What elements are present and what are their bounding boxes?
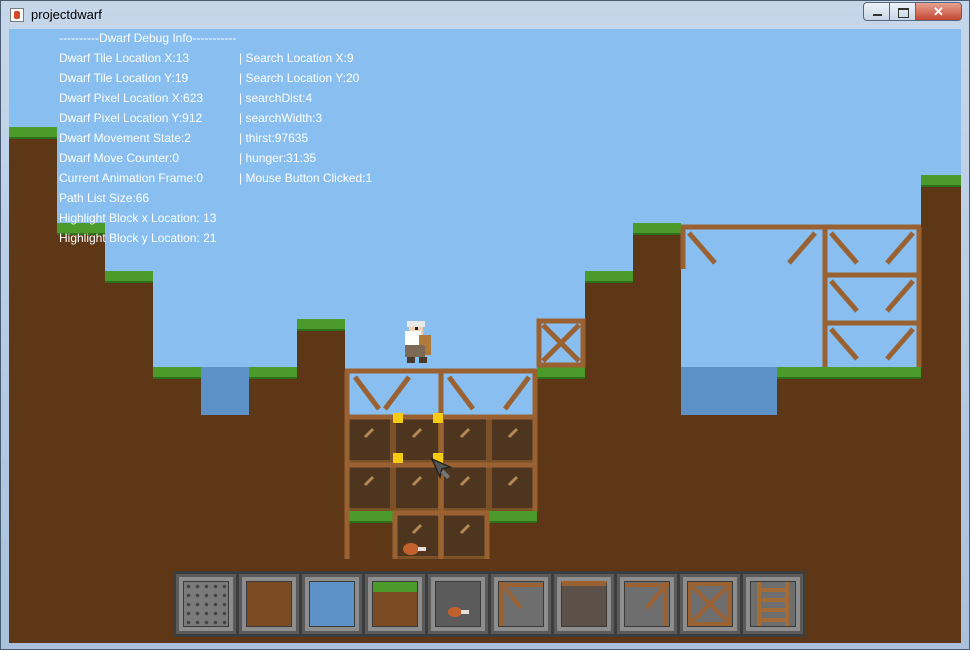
hotbar-slot-scaffold-brace[interactable] xyxy=(617,574,677,634)
debug-line: Path List Size:66 xyxy=(59,191,150,205)
block-highlight-marker xyxy=(433,413,443,423)
hotbar-slot-scaffold-cross[interactable] xyxy=(680,574,740,634)
hotbar-slot-stone[interactable] xyxy=(176,574,236,634)
hotbar-slot-grass[interactable] xyxy=(365,574,425,634)
hotbar-slot-wood-wall[interactable] xyxy=(554,574,614,634)
block-hotbar xyxy=(173,571,805,637)
debug-line: Dwarf Tile Location X:13 xyxy=(59,51,190,65)
dwarf-character[interactable] xyxy=(397,319,437,365)
debug-line: | Mouse Button Clicked:1 xyxy=(239,171,373,185)
debug-line: | thirst:97635 xyxy=(239,131,309,145)
water-block-icon xyxy=(309,581,355,627)
debug-line: | Search Location Y:20 xyxy=(239,71,360,85)
debug-line: | hunger:31:35 xyxy=(239,151,317,165)
close-button[interactable]: ✕ xyxy=(915,2,962,21)
block-highlight-marker xyxy=(393,413,403,423)
scaffold-corner-icon xyxy=(498,581,544,627)
close-icon: ✕ xyxy=(933,4,944,19)
hotbar-slot-scaffold-corner[interactable] xyxy=(491,574,551,634)
scaffold-brace-icon xyxy=(624,581,670,627)
wood-wall-icon xyxy=(561,581,607,627)
debug-line: | searchDist:4 xyxy=(239,91,313,105)
block-highlight-marker xyxy=(393,453,403,463)
game-window: projectdwarf ✕ ----------Dwarf Debug Inf… xyxy=(0,0,970,650)
debug-line: Dwarf Pixel Location X:623 xyxy=(59,91,204,105)
debug-line: Highlight Block y Location: 21 xyxy=(59,231,217,245)
meat-item-icon xyxy=(435,581,481,627)
debug-overlay: ----------Dwarf Debug Info----------- Dw… xyxy=(59,29,459,249)
debug-line: Current Animation Frame:0 xyxy=(59,171,204,185)
dirt-block-icon xyxy=(246,581,292,627)
stone-block-icon xyxy=(183,581,229,627)
debug-line: Dwarf Move Counter:0 xyxy=(59,151,180,165)
hotbar-slot-meat[interactable] xyxy=(428,574,488,634)
grass-block-icon xyxy=(372,581,418,627)
ladder-icon xyxy=(750,581,796,627)
debug-line: Dwarf Pixel Location Y:912 xyxy=(59,111,203,125)
debug-line: | searchWidth:3 xyxy=(239,111,323,125)
meat-item[interactable] xyxy=(402,541,428,557)
java-app-icon xyxy=(10,8,24,22)
debug-header: ----------Dwarf Debug Info----------- xyxy=(59,31,237,45)
hotbar-slot-ladder[interactable] xyxy=(743,574,803,634)
debug-line: Dwarf Movement State:2 xyxy=(59,131,192,145)
debug-line: Highlight Block x Location: 13 xyxy=(59,211,217,225)
title-bar[interactable]: projectdwarf ✕ xyxy=(1,1,969,29)
hotbar-slot-dirt[interactable] xyxy=(239,574,299,634)
debug-line: Dwarf Tile Location Y:19 xyxy=(59,71,189,85)
scaffold-cross-icon xyxy=(687,581,733,627)
minimize-button[interactable] xyxy=(863,2,890,21)
hotbar-slot-water[interactable] xyxy=(302,574,362,634)
pickaxe-cursor-icon xyxy=(430,457,453,480)
window-title: projectdwarf xyxy=(31,7,102,22)
debug-line: | Search Location X:9 xyxy=(239,51,354,65)
game-viewport[interactable]: ----------Dwarf Debug Info----------- Dw… xyxy=(9,29,961,643)
maximize-button[interactable] xyxy=(889,2,916,21)
